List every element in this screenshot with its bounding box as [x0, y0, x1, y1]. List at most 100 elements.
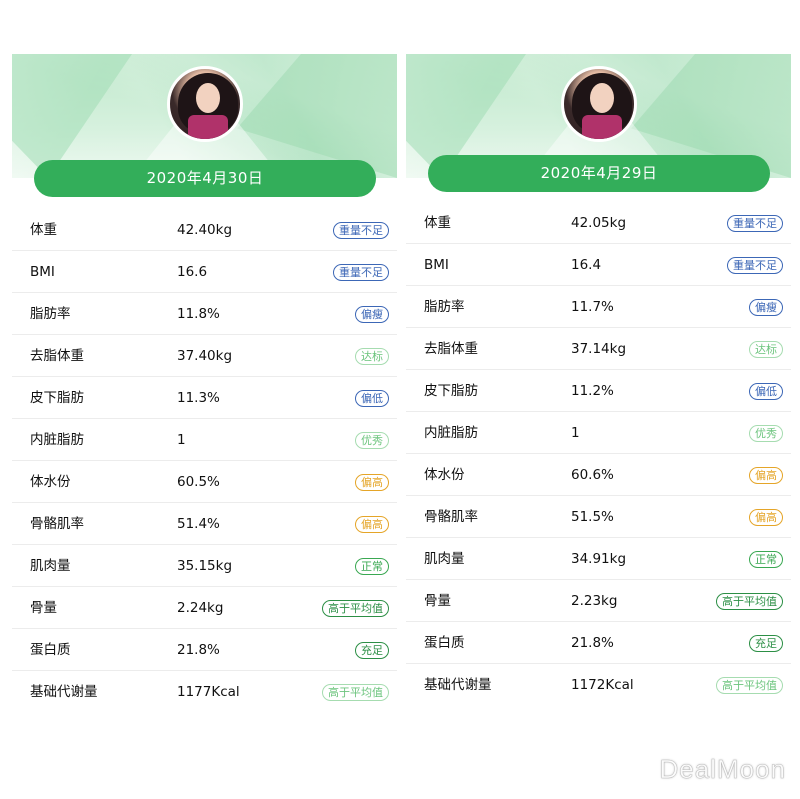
metric-label: 内脏脂肪: [30, 432, 84, 448]
metric-row[interactable]: 皮下脂肪 11.2% 偏低: [406, 370, 791, 412]
metric-label: 蛋白质: [30, 642, 71, 658]
metric-row[interactable]: 脂肪率 11.8% 偏瘦: [12, 293, 397, 335]
metric-value: 37.14kg: [571, 341, 627, 357]
status-badge: 优秀: [355, 432, 389, 449]
status-badge: 重量不足: [727, 257, 783, 274]
metric-label: 脂肪率: [30, 306, 71, 322]
metric-label: 基础代谢量: [30, 684, 98, 700]
metric-row[interactable]: 内脏脂肪 1 优秀: [406, 412, 791, 454]
metric-label: 体水份: [424, 467, 465, 483]
report-panel-left: 2020年4月30日 体重 42.40kg 重量不足 BMI 16.6 重量不足 脂肪率 11…: [12, 54, 397, 714]
metric-row[interactable]: 去脂体重 37.40kg 达标: [12, 335, 397, 377]
status-badge: 偏低: [749, 383, 783, 400]
status-badge: 优秀: [749, 425, 783, 442]
metric-value: 1: [571, 425, 580, 441]
status-badge: 偏低: [355, 390, 389, 407]
status-badge: 重量不足: [333, 264, 389, 281]
metric-row[interactable]: 去脂体重 37.14kg 达标: [406, 328, 791, 370]
status-badge: 高于平均值: [716, 677, 783, 694]
status-badge: 偏瘦: [355, 306, 389, 323]
metric-row[interactable]: 内脏脂肪 1 优秀: [12, 419, 397, 461]
metric-label: 骨骼肌率: [424, 509, 478, 525]
status-badge: 偏高: [355, 474, 389, 491]
metric-row[interactable]: 基础代谢量 1172Kcal 高于平均值: [406, 664, 791, 706]
metric-row[interactable]: 肌肉量 35.15kg 正常: [12, 545, 397, 587]
metric-value: 2.24kg: [177, 600, 224, 616]
metric-value: 16.6: [177, 264, 208, 280]
metric-label: 基础代谢量: [424, 677, 492, 693]
metric-row[interactable]: 骨骼肌率 51.5% 偏高: [406, 496, 791, 538]
metric-label: 骨骼肌率: [30, 516, 84, 532]
report-panel-right: 2020年4月29日 体重 42.05kg 重量不足 BMI 16.4 重量不足 脂肪率 11…: [406, 54, 791, 714]
status-badge: 达标: [355, 348, 389, 365]
avatar[interactable]: [166, 66, 243, 142]
metric-value: 42.05kg: [571, 215, 627, 231]
metric-label: 蛋白质: [424, 635, 465, 651]
status-badge: 充足: [749, 635, 783, 652]
metric-row[interactable]: 蛋白质 21.8% 充足: [406, 622, 791, 664]
metric-row[interactable]: 骨量 2.23kg 高于平均值: [406, 580, 791, 622]
metric-label: 骨量: [424, 593, 451, 609]
status-badge: 高于平均值: [716, 593, 783, 610]
metric-row[interactable]: BMI 16.4 重量不足: [406, 244, 791, 286]
metric-value: 11.3%: [177, 390, 220, 406]
metric-value: 1: [177, 432, 186, 448]
metric-value: 21.8%: [177, 642, 220, 658]
metric-row[interactable]: 脂肪率 11.7% 偏瘦: [406, 286, 791, 328]
status-badge: 偏瘦: [749, 299, 783, 316]
metric-value: 11.7%: [571, 299, 614, 315]
metric-value: 2.23kg: [571, 593, 618, 609]
date-bar[interactable]: 2020年4月29日: [428, 155, 770, 192]
avatar[interactable]: [560, 66, 637, 142]
metric-label: 体水份: [30, 474, 71, 490]
metric-value: 11.2%: [571, 383, 614, 399]
status-badge: 偏高: [355, 516, 389, 533]
metric-label: 骨量: [30, 600, 57, 616]
status-badge: 重量不足: [333, 222, 389, 239]
metric-row[interactable]: 体重 42.40kg 重量不足: [12, 209, 397, 251]
status-badge: 正常: [749, 551, 783, 568]
metric-row[interactable]: 基础代谢量 1177Kcal 高于平均值: [12, 671, 397, 713]
metric-row[interactable]: 蛋白质 21.8% 充足: [12, 629, 397, 671]
metric-label: 体重: [30, 222, 57, 238]
metric-value: 11.8%: [177, 306, 220, 322]
metric-row[interactable]: 体水份 60.5% 偏高: [12, 461, 397, 503]
metric-label: 内脏脂肪: [424, 425, 478, 441]
metric-label: 脂肪率: [424, 299, 465, 315]
date-bar[interactable]: 2020年4月30日: [34, 160, 376, 197]
metric-row[interactable]: 肌肉量 34.91kg 正常: [406, 538, 791, 580]
metric-value: 35.15kg: [177, 558, 233, 574]
metric-value: 60.5%: [177, 474, 220, 490]
metric-value: 60.6%: [571, 467, 614, 483]
status-badge: 偏高: [749, 467, 783, 484]
metric-value: 37.40kg: [177, 348, 233, 364]
status-badge: 偏高: [749, 509, 783, 526]
status-badge: 达标: [749, 341, 783, 358]
metric-row[interactable]: 体重 42.05kg 重量不足: [406, 202, 791, 244]
metric-label: BMI: [30, 264, 55, 280]
metric-row[interactable]: 皮下脂肪 11.3% 偏低: [12, 377, 397, 419]
metric-label: 去脂体重: [424, 341, 478, 357]
metric-label: 去脂体重: [30, 348, 84, 364]
status-badge: 重量不足: [727, 215, 783, 232]
metric-row[interactable]: 骨骼肌率 51.4% 偏高: [12, 503, 397, 545]
metric-value: 16.4: [571, 257, 602, 273]
metric-label: 肌肉量: [30, 558, 71, 574]
metric-row[interactable]: 骨量 2.24kg 高于平均值: [12, 587, 397, 629]
metrics-list: 体重 42.05kg 重量不足 BMI 16.4 重量不足 脂肪率 11.7% 偏瘦 去脂体重 37…: [406, 202, 791, 706]
metric-value: 1177Kcal: [177, 684, 240, 700]
metric-row[interactable]: 体水份 60.6% 偏高: [406, 454, 791, 496]
metric-value: 1172Kcal: [571, 677, 634, 693]
metric-value: 42.40kg: [177, 222, 233, 238]
status-badge: 充足: [355, 642, 389, 659]
metric-label: 皮下脂肪: [424, 383, 478, 399]
metric-value: 21.8%: [571, 635, 614, 651]
metric-label: 肌肉量: [424, 551, 465, 567]
metric-value: 34.91kg: [571, 551, 627, 567]
status-badge: 高于平均值: [322, 684, 389, 701]
metric-row[interactable]: BMI 16.6 重量不足: [12, 251, 397, 293]
status-badge: 正常: [355, 558, 389, 575]
metric-label: 皮下脂肪: [30, 390, 84, 406]
metrics-list: 体重 42.40kg 重量不足 BMI 16.6 重量不足脂肪率 11.8% 偏瘦去脂体重 37…: [12, 209, 397, 713]
metric-label: BMI: [424, 257, 449, 273]
